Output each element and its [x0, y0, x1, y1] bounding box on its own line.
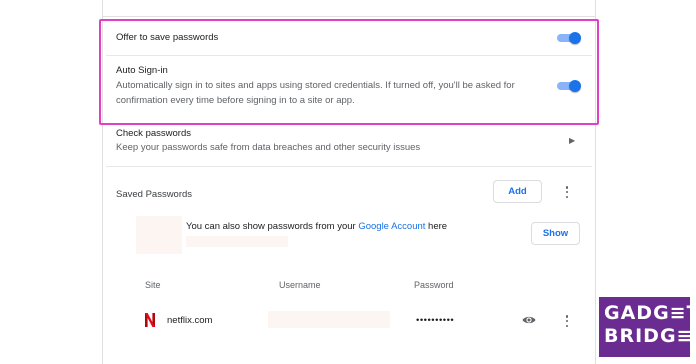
google-account-info: You can also show passwords from your Go…: [186, 221, 447, 232]
info-prefix: You can also show passwords from your: [186, 221, 359, 232]
username-placeholder: [268, 311, 390, 328]
column-header-username: Username: [279, 280, 321, 290]
saved-passwords-title: Saved Passwords: [116, 189, 193, 200]
google-account-link[interactable]: Google Account: [358, 221, 425, 232]
check-passwords-description: Keep your passwords safe from data breac…: [116, 142, 421, 153]
column-header-site: Site: [145, 280, 161, 290]
more-options-icon[interactable]: [562, 185, 572, 199]
logo-line-1: GADG≡T: [604, 302, 696, 324]
row-more-options-icon[interactable]: [562, 314, 572, 328]
chevron-right-icon[interactable]: ▶: [569, 136, 575, 145]
show-passwords-button[interactable]: Show: [531, 222, 580, 245]
site-name: netflix.com: [167, 315, 213, 326]
divider: [102, 16, 596, 17]
divider: [106, 166, 592, 167]
password-dots: ••••••••••: [416, 315, 455, 326]
logo-line-2: BRIDG≡: [604, 325, 694, 347]
netflix-icon: [145, 313, 155, 327]
gadget-bridge-logo: GADG≡T BRIDG≡: [599, 297, 696, 357]
check-passwords-label[interactable]: Check passwords: [116, 128, 191, 139]
account-avatar-placeholder: [136, 216, 182, 254]
eye-icon[interactable]: [522, 315, 536, 325]
add-password-button[interactable]: Add: [493, 180, 542, 203]
info-suffix: here: [425, 221, 448, 232]
account-email-placeholder: [186, 236, 288, 247]
column-header-password: Password: [414, 280, 454, 290]
highlight-box: [99, 19, 599, 125]
